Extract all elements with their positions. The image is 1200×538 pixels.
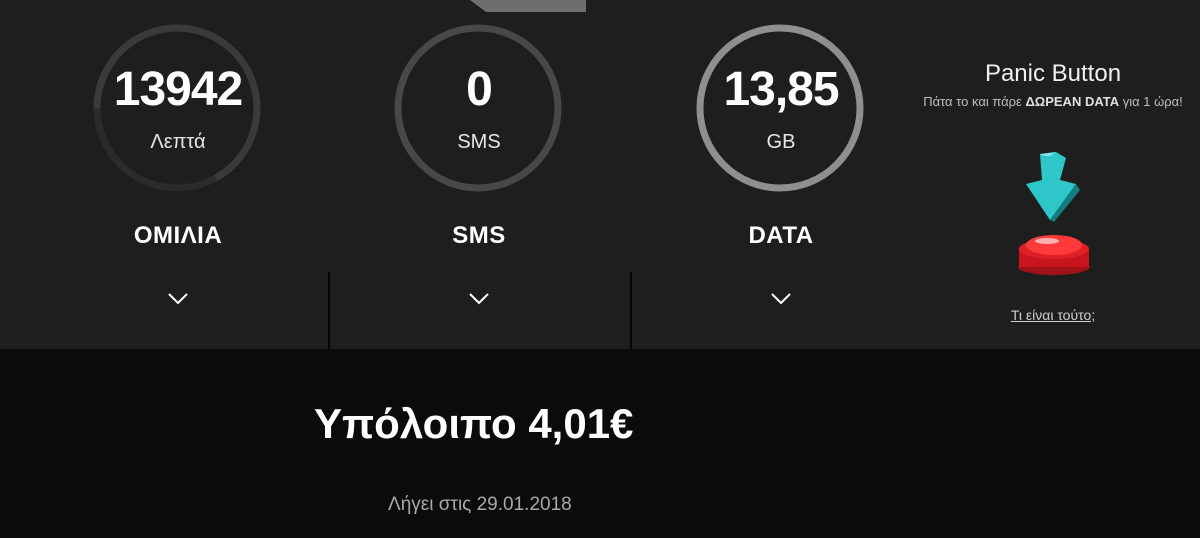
meter-sms[interactable]: 0 SMS SMS [328, 0, 630, 349]
voice-value: 13942 [113, 63, 243, 116]
sms-value: 0 [466, 63, 493, 116]
arrow-down-icon [1026, 152, 1080, 222]
sms-title: SMS [452, 222, 506, 249]
chevron-down-icon[interactable] [770, 292, 792, 306]
balance-amount-value: 4,01€ [528, 400, 634, 447]
chevron-down-icon[interactable] [167, 292, 189, 306]
panic-section: Panic Button Πάτα το και πάρε ΔΩΡΕΑΝ DAT… [918, 60, 1188, 112]
panic-subtitle: Πάτα το και πάρε ΔΩΡΕΑΝ DATA για 1 ώρα! [918, 92, 1188, 112]
data-value: 13,85 [723, 63, 839, 116]
voice-unit: Λεπτά [150, 131, 206, 153]
voice-title: ΟΜΙΛΙΑ [133, 222, 223, 249]
sms-unit: SMS [457, 131, 501, 153]
panic-subtitle-bold: ΔΩΡΕΑΝ DATA [1025, 94, 1120, 109]
balance-line: Υπόλοιπο 4,01€ [314, 400, 644, 448]
what-is-this-link[interactable]: Τι είναι τούτο; [918, 307, 1188, 323]
data-title: DATA [748, 222, 814, 249]
panic-subtitle-prefix: Πάτα το και πάρε [923, 94, 1026, 109]
panic-subtitle-suffix: για 1 ώρα! [1119, 94, 1183, 109]
meter-data[interactable]: 13,85 GB DATA [630, 0, 932, 349]
meter-voice[interactable]: 13942 Λεπτά ΟΜΙΛΙΑ [27, 0, 329, 349]
expiry-date: Λήγει στις 29.01.2018 [388, 494, 572, 515]
chevron-down-icon[interactable] [468, 292, 490, 306]
panic-button-icon[interactable] [1015, 227, 1093, 277]
data-unit: GB [766, 131, 796, 153]
balance-label: Υπόλοιπο [314, 400, 529, 447]
balance-amount: 4,01€ [528, 400, 644, 448]
panic-title: Panic Button [984, 60, 1122, 87]
